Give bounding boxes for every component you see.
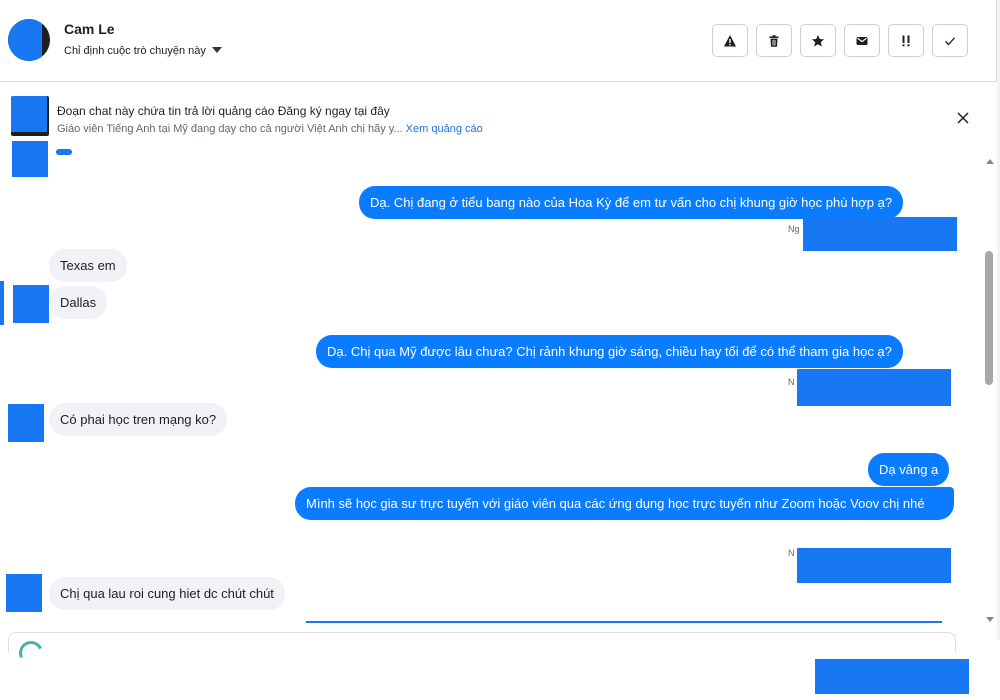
redaction-block xyxy=(803,217,957,251)
mark-done-button[interactable] xyxy=(932,24,968,57)
message-status: N xyxy=(788,377,795,387)
conversation-header: Cam Le Chỉ định cuộc trò chuyện này xyxy=(0,0,997,82)
redaction-block xyxy=(0,281,4,325)
view-ad-link[interactable]: Xem quảng cáo xyxy=(406,123,483,135)
scroll-down-arrow-icon[interactable] xyxy=(986,617,994,622)
trash-icon xyxy=(769,34,779,47)
redaction-block xyxy=(12,141,48,177)
redaction-block xyxy=(306,621,942,623)
contact-avatar[interactable] xyxy=(8,19,50,61)
ad-thumbnail xyxy=(11,96,49,136)
message-composer[interactable] xyxy=(8,632,956,669)
scrollbar-thumb[interactable] xyxy=(985,251,993,385)
message-bubble-outgoing[interactable]: Dạ. Chị qua Mỹ được lâu chưa? Chị rảnh k… xyxy=(316,335,903,368)
follow-up-button[interactable] xyxy=(888,24,924,57)
mark-unread-button[interactable] xyxy=(844,24,880,57)
ad-reply-banner: Đoạn chat này chứa tin trả lời quảng cáo… xyxy=(0,83,997,141)
message-bubble-outgoing[interactable]: Dạ vâng ạ xyxy=(868,453,950,486)
message-bubble-incoming[interactable]: Chị qua lau roi cung hiet dc chút chút xyxy=(49,577,285,610)
redaction-block xyxy=(11,96,47,132)
message-bubble-incoming[interactable]: Dallas xyxy=(49,286,108,319)
message-bubble-incoming[interactable]: Texas em xyxy=(49,249,127,282)
envelope-icon xyxy=(856,36,868,45)
redaction-block xyxy=(8,404,44,442)
delete-button[interactable] xyxy=(756,24,792,57)
redaction-block xyxy=(797,369,951,406)
redaction-block xyxy=(797,548,951,583)
message-list: Dạ. Chị đang ở tiểu bang nào của Hoa Kỳ … xyxy=(0,141,984,628)
star-button[interactable] xyxy=(800,24,836,57)
warning-icon xyxy=(724,34,736,46)
contact-name[interactable]: Cam Le xyxy=(64,21,115,37)
assign-conversation-dropdown[interactable]: Chỉ định cuộc trò chuyện này xyxy=(64,45,222,57)
close-icon[interactable] xyxy=(954,109,972,127)
composer-avatar-icon xyxy=(15,637,47,669)
caret-down-icon xyxy=(211,46,222,53)
banner-subtitle: Giáo viên Tiếng Anh tại Mỹ đang dạy cho … xyxy=(57,123,483,135)
messenger-conversation: Cam Le Chỉ định cuộc trò chuyện này Đoạn… xyxy=(0,0,1000,700)
exclamation-icon xyxy=(902,35,910,46)
message-bubble-outgoing[interactable]: Mình sẽ học gia sư trực tuyến với giáo v… xyxy=(295,487,954,520)
redaction-block xyxy=(56,149,72,155)
star-icon xyxy=(812,34,824,46)
redaction-block xyxy=(815,659,969,694)
banner-title: Đoạn chat này chứa tin trả lời quảng cáo… xyxy=(57,104,390,118)
message-status: Ng xyxy=(788,224,800,234)
message-status: N xyxy=(788,548,795,558)
scroll-up-arrow-icon[interactable] xyxy=(986,159,994,164)
redaction-block xyxy=(13,285,49,323)
check-icon xyxy=(945,36,955,45)
message-bubble-outgoing[interactable]: Dạ. Chị đang ở tiểu bang nào của Hoa Kỳ … xyxy=(359,186,904,219)
redaction-block xyxy=(6,574,42,612)
banner-subtitle-text: Giáo viên Tiếng Anh tại Mỹ đang dạy cho … xyxy=(57,123,403,135)
message-bubble-incoming[interactable]: Có phai học tren mạng ko? xyxy=(49,403,228,436)
report-spam-button[interactable] xyxy=(712,24,748,57)
redaction-block xyxy=(8,19,42,61)
assign-label: Chỉ định cuộc trò chuyện này xyxy=(64,45,206,57)
header-actions xyxy=(712,24,968,57)
message-list-scrollbar[interactable] xyxy=(984,155,997,628)
